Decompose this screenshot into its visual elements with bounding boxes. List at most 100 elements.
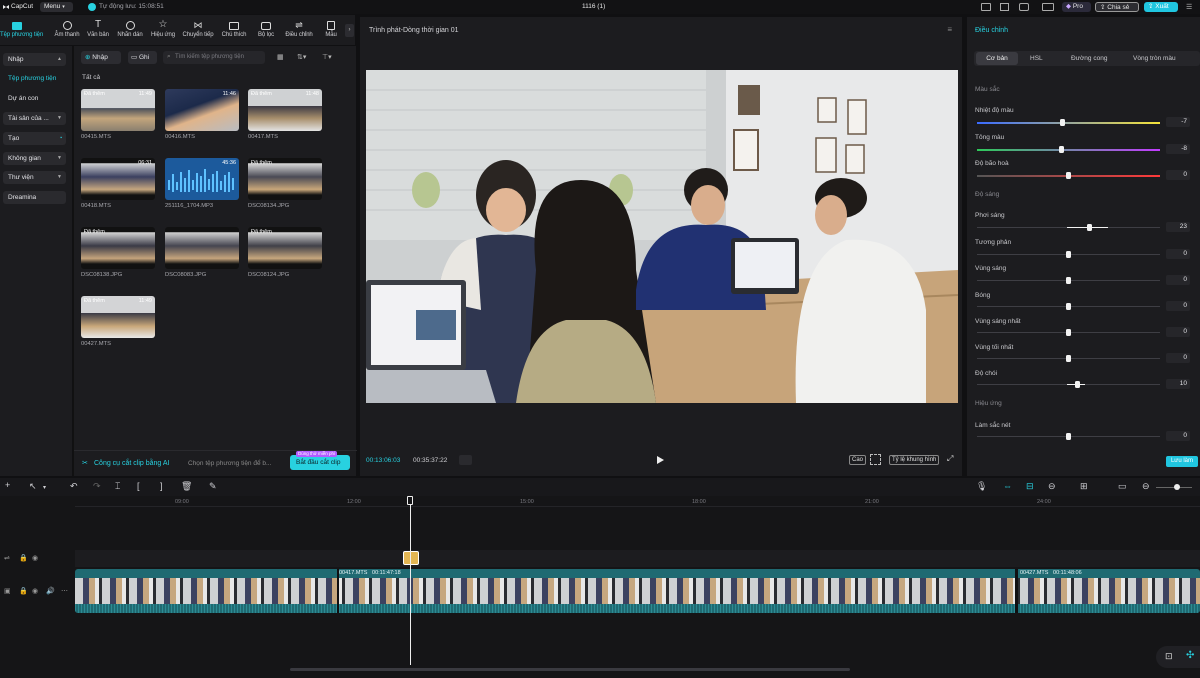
menu-button[interactable]: Menu ▾ (40, 2, 73, 12)
chevron-down-icon[interactable]: ▾ (43, 484, 46, 491)
play-icon[interactable] (657, 456, 664, 464)
nav-assets[interactable]: Tài sản của ... ▼ (3, 112, 66, 125)
filter-type-icon[interactable]: ⊤▾ (322, 53, 337, 61)
more-icon[interactable]: ⋯ (61, 587, 68, 595)
saturation-value[interactable]: 0 (1166, 170, 1190, 180)
delete-icon[interactable]: 🗑 (181, 481, 192, 492)
record-button[interactable]: ▭ Ghi (128, 51, 157, 64)
magic-wand-icon[interactable]: ✎ (209, 481, 217, 492)
fit-screen-icon[interactable] (870, 454, 881, 465)
preview-axis-icon[interactable]: ⊞ (1080, 481, 1088, 492)
caption-icon[interactable]: ▭ (1118, 481, 1127, 492)
tool-filter[interactable]: Bộ lọc (249, 15, 283, 45)
aspect-ratio-button[interactable]: Tỷ lệ khung hình (889, 455, 940, 465)
save-preset-button[interactable]: Lưu làm (1165, 456, 1198, 467)
trim-left-icon[interactable]: [ (137, 481, 140, 491)
nav-import[interactable]: Nhập ▲ (3, 53, 66, 66)
sort-icon[interactable]: ⇅▾ (297, 53, 312, 61)
saturation-knob[interactable] (1066, 172, 1071, 179)
tab-color-wheel[interactable]: Vòng tròn màu (1133, 55, 1176, 62)
sharpen-value[interactable]: 0 (1166, 431, 1190, 441)
shadows-value[interactable]: 0 (1166, 301, 1190, 311)
add-track-icon[interactable]: + (5, 480, 10, 490)
microphone-icon[interactable]: 🎙 (976, 481, 987, 492)
timecode-icon[interactable] (459, 455, 472, 465)
start-clip-button[interactable]: Bắt đầu cắt clip (290, 455, 350, 470)
shadows-knob[interactable] (1066, 303, 1071, 310)
tint-track[interactable] (977, 149, 1160, 151)
exposure-knob[interactable] (1087, 224, 1093, 231)
tool-captions[interactable]: Chú thích (217, 15, 251, 45)
tool-audio[interactable]: Âm thanh (50, 15, 84, 45)
media-item[interactable]: Đã thêm DSC08134.JPG (248, 158, 322, 209)
volume-icon[interactable]: 🔊 (46, 587, 55, 595)
nav-create[interactable]: Tạo ▪ (3, 132, 66, 145)
adjust-clip[interactable] (403, 551, 419, 565)
timeline-scrollbar[interactable] (290, 668, 850, 671)
brilliance-knob[interactable] (1075, 381, 1081, 388)
redo-icon[interactable]: ↷ (93, 481, 101, 492)
lock-icon[interactable]: 🔒 (19, 554, 28, 562)
nav-space[interactable]: Không gian ▼ (3, 152, 66, 165)
tint-knob[interactable] (1058, 146, 1064, 153)
filter-all[interactable]: Tất cả (82, 74, 100, 81)
media-item[interactable]: 11:46 00416.MTS (165, 89, 239, 140)
tool-sticker[interactable]: Nhãn dán (113, 15, 147, 45)
adjust-track-icon[interactable]: ⇌ (4, 554, 10, 562)
layout-icon[interactable] (981, 3, 991, 11)
whites-value[interactable]: 0 (1166, 327, 1190, 337)
contrast-value[interactable]: 0 (1166, 249, 1190, 259)
media-item[interactable]: Đã thêm 11:49 00427.MTS (81, 296, 155, 347)
temperature-value[interactable]: -7 (1166, 117, 1190, 127)
tab-hsl[interactable]: HSL (1030, 55, 1043, 62)
nav-project[interactable]: Dự án con (8, 95, 38, 102)
media-item[interactable]: DSC08083.JPG (165, 227, 239, 278)
media-item[interactable]: Đã thêm DSC08124.JPG (248, 227, 322, 278)
window-menu-icon[interactable]: ☰ (1186, 3, 1196, 11)
feedback-icon[interactable]: ⊡ (1165, 651, 1173, 662)
eye-icon[interactable]: ◉ (32, 554, 38, 562)
keyboard-icon[interactable] (1042, 3, 1054, 11)
player-menu-icon[interactable]: ≡ (947, 25, 952, 34)
nav-media-files[interactable]: Tệp phương tiện (8, 75, 56, 82)
contrast-knob[interactable] (1066, 251, 1071, 258)
import-button[interactable]: ⊕ Nhập (81, 51, 121, 64)
tools-more-chevron-icon[interactable]: › (345, 24, 354, 37)
zoom-slider-knob[interactable] (1174, 484, 1180, 490)
cover-icon[interactable]: ▣ (4, 587, 11, 595)
brilliance-value[interactable]: 10 (1166, 379, 1190, 389)
zoom-out-icon[interactable]: ⊖ (1142, 481, 1150, 492)
tint-value[interactable]: -8 (1166, 144, 1190, 154)
playhead-line[interactable] (410, 505, 411, 665)
eye-icon[interactable]: ◉ (32, 587, 38, 595)
blacks-knob[interactable] (1066, 355, 1071, 362)
tool-adjust[interactable]: ⇌ Điều chỉnh (282, 15, 316, 45)
tool-template[interactable]: Mẫu (316, 15, 346, 45)
snap-icon[interactable]: ⊟ (1026, 481, 1034, 492)
project-title[interactable]: 1116 (1) (582, 3, 605, 10)
video-preview[interactable] (366, 70, 958, 403)
tool-media[interactable]: Tệp phương tiện (0, 15, 43, 45)
link-icon[interactable]: ⇔ (1003, 481, 1012, 491)
media-item[interactable]: Đã thêm 11:49 00415.MTS (81, 89, 155, 140)
exposure-value[interactable]: 23 (1166, 222, 1190, 232)
tool-effects[interactable]: ☆ Hiệu ứng (146, 15, 180, 45)
media-item[interactable]: Đã thêm DSC08138.JPG (81, 227, 155, 278)
tool-transition[interactable]: ⋈ Chuyển tiếp (181, 15, 215, 45)
playhead-handle[interactable] (407, 496, 413, 505)
assistant-icon[interactable]: ✣ (1186, 650, 1194, 661)
search-input[interactable]: ⌕ Tìm kiếm tệp phương tiện (163, 51, 265, 64)
temperature-track[interactable] (977, 122, 1160, 124)
tab-curves[interactable]: Đường cong (1071, 55, 1107, 62)
fullscreen-icon[interactable]: ⤢ (947, 454, 953, 464)
lock-icon[interactable]: 🔒 (19, 587, 28, 595)
export-button[interactable]: ⇪ Xuất (1144, 2, 1178, 12)
tool-text[interactable]: T Văn bản (81, 15, 115, 45)
blacks-value[interactable]: 0 (1166, 353, 1190, 363)
sharpen-knob[interactable] (1066, 433, 1071, 440)
nav-library[interactable]: Thư viện ▼ (3, 171, 66, 184)
undo-icon[interactable]: ↶ (70, 481, 78, 492)
media-item[interactable]: Đã thêm 11:48 00417.MTS (248, 89, 322, 140)
pro-button[interactable]: ◆ Pro (1062, 2, 1091, 12)
select-tool-icon[interactable]: ↖ (29, 481, 37, 492)
